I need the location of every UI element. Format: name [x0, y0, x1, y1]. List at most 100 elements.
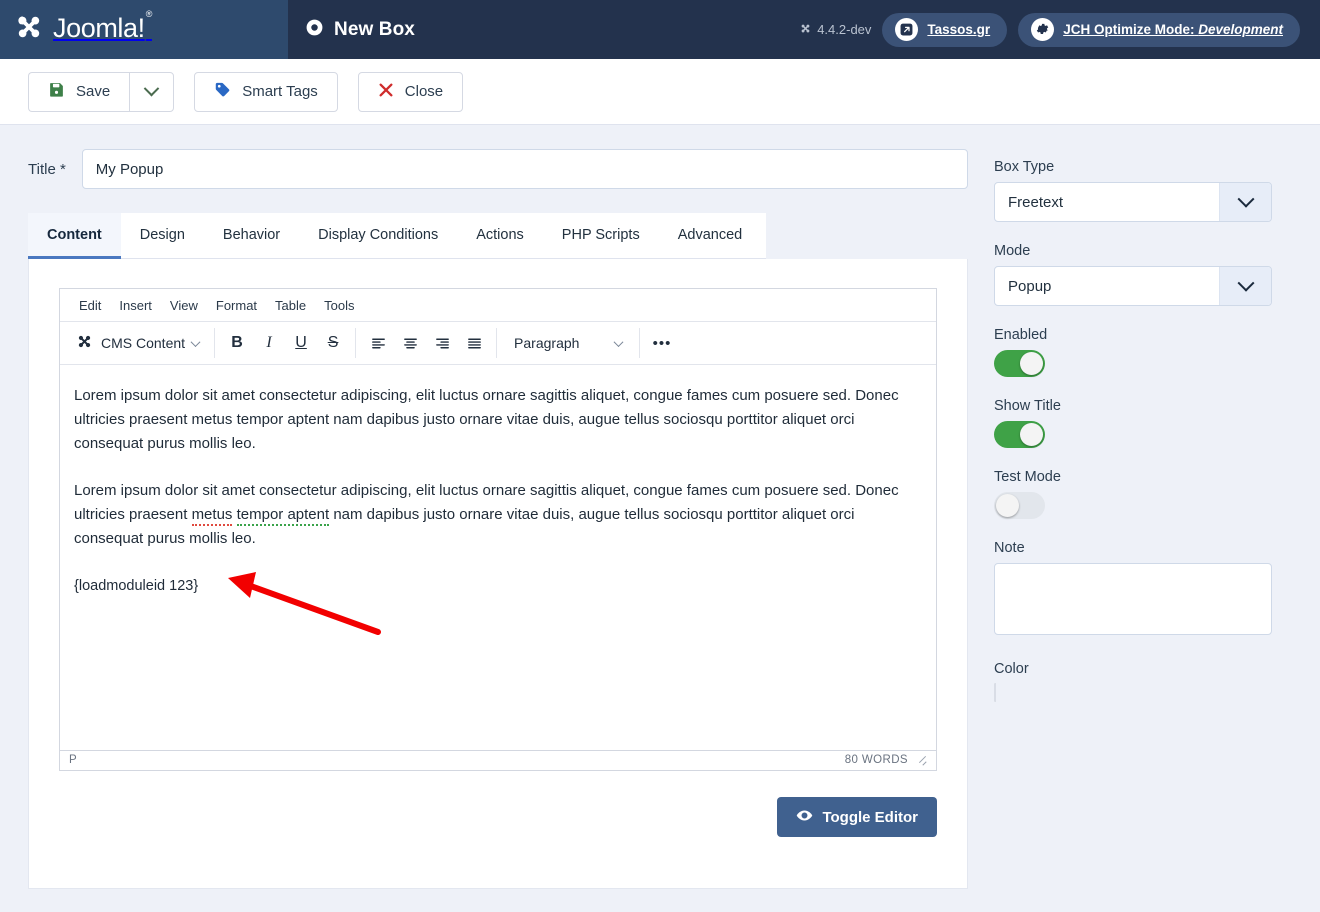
show-title-toggle[interactable]	[994, 421, 1045, 448]
note-label: Note	[994, 540, 1025, 556]
toggle-editor-label: Toggle Editor	[822, 808, 918, 826]
field-box-type: Box Type Freetext	[994, 159, 1272, 222]
smart-tags-button[interactable]: Smart Tags	[194, 71, 338, 112]
tassos-link-pill[interactable]: Tassos.gr	[882, 12, 1008, 47]
tassos-link-label: Tassos.gr	[927, 22, 991, 37]
editor-paragraph-loadmodule: {loadmoduleid 123}	[74, 578, 199, 594]
editor-paragraph-1: Lorem ipsum dolor sit amet consectetur a…	[74, 387, 899, 452]
editor-group-format: B I U S	[215, 328, 357, 358]
editor-content-area[interactable]: Lorem ipsum dolor sit amet consectetur a…	[60, 365, 936, 750]
editor-menu-table[interactable]: Table	[266, 295, 315, 316]
field-show-title: Show Title	[994, 398, 1272, 448]
misspelled-word-green: tempor aptent	[236, 506, 330, 526]
underline-button[interactable]: U	[286, 328, 316, 358]
title-input[interactable]	[81, 149, 968, 189]
tab-php-scripts[interactable]: PHP Scripts	[543, 213, 659, 259]
tab-advanced[interactable]: Advanced	[659, 213, 762, 259]
box-type-select[interactable]: Freetext	[994, 182, 1272, 222]
editor-resize-handle[interactable]	[915, 754, 927, 766]
joomla-mark-icon	[12, 10, 46, 49]
chevron-down-icon	[190, 336, 201, 347]
enabled-label: Enabled	[994, 327, 1048, 343]
enabled-toggle[interactable]	[994, 350, 1045, 377]
editor-word-count: 80 WORDS	[844, 754, 908, 766]
close-button-label: Close	[404, 83, 444, 100]
chevron-down-icon	[143, 80, 160, 97]
box-type-value: Freetext	[1008, 193, 1064, 211]
show-title-label: Show Title	[994, 398, 1061, 414]
align-center-icon[interactable]	[395, 328, 425, 358]
editor-menu-edit[interactable]: Edit	[70, 295, 110, 316]
strikethrough-button[interactable]: S	[318, 328, 348, 358]
note-textarea[interactable]	[994, 563, 1272, 635]
editor-group-more: •••	[640, 328, 684, 358]
eye-icon	[796, 807, 813, 828]
smart-tags-button-label: Smart Tags	[242, 83, 318, 100]
editor-paragraph-2: Lorem ipsum dolor sit amet consectetur a…	[74, 479, 922, 551]
align-justify-icon[interactable]	[459, 328, 489, 358]
tab-display-conditions[interactable]: Display Conditions	[299, 213, 457, 259]
jch-optimize-mode-label: JCH Optimize Mode: Development	[1063, 22, 1283, 37]
gear-icon	[1031, 18, 1055, 41]
box-type-label: Box Type	[994, 159, 1055, 175]
save-dropdown-button[interactable]	[129, 71, 175, 112]
chevron-down-icon	[1219, 267, 1271, 305]
test-mode-toggle[interactable]	[994, 492, 1045, 519]
chevron-down-icon	[613, 336, 624, 347]
field-enabled: Enabled	[994, 327, 1272, 377]
tab-design[interactable]: Design	[121, 213, 204, 259]
title-field-row: Title *	[28, 149, 968, 189]
test-mode-label: Test Mode	[994, 469, 1061, 485]
page-title-group: New Box	[305, 18, 415, 42]
tab-content[interactable]: Content	[28, 213, 121, 259]
misspelled-word-red: metus	[191, 506, 233, 526]
action-toolbar: Save Smart Tags Close	[0, 59, 1320, 125]
field-note: Note	[994, 540, 1272, 640]
mode-select[interactable]: Popup	[994, 266, 1272, 306]
editor-menu-tools[interactable]: Tools	[315, 295, 363, 316]
save-button-label: Save	[76, 83, 111, 100]
align-right-icon[interactable]	[427, 328, 457, 358]
joomla-mark-icon	[75, 332, 94, 354]
bold-button[interactable]: B	[222, 328, 252, 358]
brand-wordmark: Joomla!®	[53, 9, 152, 43]
toggle-editor-button[interactable]: Toggle Editor	[777, 797, 937, 837]
chevron-down-icon	[1219, 183, 1271, 221]
dot-circle-icon	[305, 18, 324, 42]
editor-menu-view[interactable]: View	[161, 295, 207, 316]
editor-menubar: Edit Insert View Format Table Tools	[60, 289, 936, 322]
page-body: Title * Content Design Behavior Display …	[0, 125, 1320, 889]
content-tab-panel: Edit Insert View Format Table Tools CMS …	[28, 259, 968, 889]
more-toolbar-button[interactable]: •••	[647, 328, 677, 358]
save-button[interactable]: Save	[28, 71, 130, 112]
editor-group-cms: CMS Content	[66, 328, 216, 358]
joomla-mark-icon	[799, 22, 812, 38]
editor-menu-insert[interactable]: Insert	[110, 295, 161, 316]
editor-group-block-format: Paragraph	[497, 328, 641, 358]
main-column: Title * Content Design Behavior Display …	[28, 149, 968, 889]
editor-element-path: P	[69, 754, 78, 766]
jch-optimize-mode-value: Development	[1198, 22, 1283, 37]
cms-content-label: CMS Content	[101, 335, 186, 351]
rich-text-editor: Edit Insert View Format Table Tools CMS …	[59, 288, 937, 771]
editor-group-align	[356, 328, 498, 358]
jch-optimize-mode-pill[interactable]: JCH Optimize Mode: Development	[1018, 12, 1300, 47]
align-left-icon[interactable]	[363, 328, 393, 358]
italic-button[interactable]: I	[254, 328, 284, 358]
tab-actions[interactable]: Actions	[457, 213, 543, 259]
toggle-editor-row: Toggle Editor	[59, 797, 937, 837]
sidebar-panel: Box Type Freetext Mode Popup Enabled Sho…	[994, 149, 1272, 723]
x-icon	[378, 82, 394, 102]
close-button[interactable]: Close	[357, 71, 464, 112]
joomla-logo-link[interactable]: Joomla!®	[12, 9, 152, 49]
field-color: Color	[994, 661, 1272, 702]
field-mode: Mode Popup	[994, 243, 1272, 306]
cms-content-button[interactable]: CMS Content	[73, 332, 207, 354]
block-format-value: Paragraph	[514, 335, 580, 351]
floppy-disk-icon	[48, 81, 65, 102]
color-swatch-button[interactable]	[994, 683, 996, 702]
block-format-select[interactable]: Paragraph	[504, 328, 632, 358]
tab-behavior[interactable]: Behavior	[204, 213, 299, 259]
editor-menu-format[interactable]: Format	[207, 295, 266, 316]
version-label: 4.4.2-dev	[799, 22, 871, 38]
